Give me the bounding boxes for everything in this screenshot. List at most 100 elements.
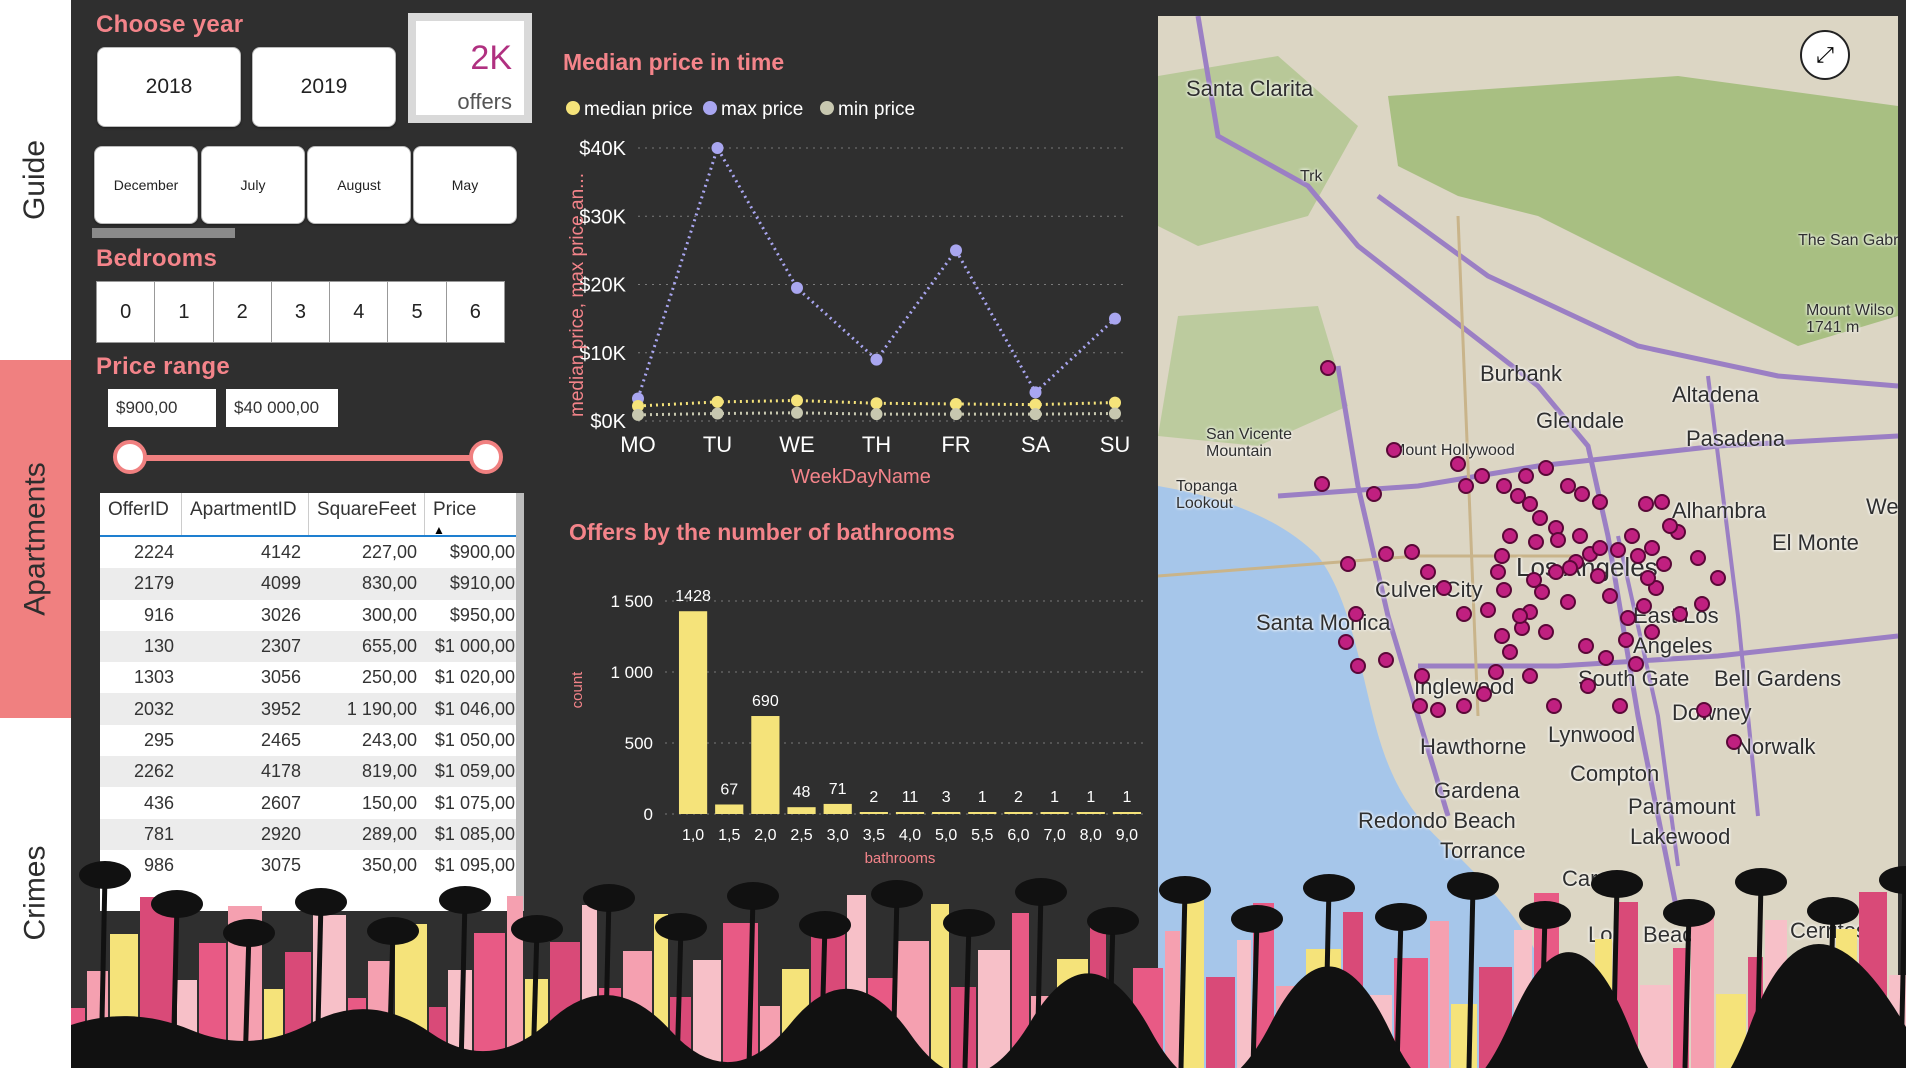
- map-pin[interactable]: [1450, 456, 1466, 472]
- map-pin[interactable]: [1522, 496, 1538, 512]
- tab-guide[interactable]: Guide: [0, 0, 71, 360]
- column-header-price[interactable]: Price ▲: [425, 493, 523, 537]
- data-point[interactable]: [632, 408, 644, 421]
- map-pin[interactable]: [1656, 556, 1672, 572]
- map-pin[interactable]: [1644, 624, 1660, 640]
- data-point[interactable]: [1109, 396, 1121, 409]
- bar[interactable]: [968, 812, 997, 814]
- map-pin[interactable]: [1502, 528, 1518, 544]
- map-pin[interactable]: [1522, 668, 1538, 684]
- map-pin[interactable]: [1494, 548, 1510, 564]
- map-pin[interactable]: [1620, 610, 1636, 626]
- bar[interactable]: [787, 807, 816, 814]
- table-scrollbar[interactable]: [516, 493, 524, 911]
- map-pin[interactable]: [1338, 634, 1354, 650]
- map-pin[interactable]: [1420, 564, 1436, 580]
- map-pin[interactable]: [1512, 608, 1528, 624]
- map-pin[interactable]: [1528, 534, 1544, 550]
- bar[interactable]: [678, 611, 708, 814]
- map-pin[interactable]: [1414, 668, 1430, 684]
- map-pin[interactable]: [1690, 550, 1706, 566]
- map-pin[interactable]: [1574, 486, 1590, 502]
- map-pin[interactable]: [1348, 606, 1364, 622]
- map-pin[interactable]: [1546, 698, 1562, 714]
- tab-apartments[interactable]: Apartments: [0, 360, 71, 718]
- map-pin[interactable]: [1458, 478, 1474, 494]
- year-2018-button[interactable]: 2018: [97, 47, 241, 127]
- bar[interactable]: [895, 812, 925, 814]
- table-row[interactable]: 295 2465 243,00 $1 050,00: [100, 725, 523, 756]
- tab-crimes[interactable]: Crimes: [0, 718, 71, 1068]
- data-point[interactable]: [1029, 408, 1042, 421]
- data-point[interactable]: [950, 397, 962, 410]
- table-row[interactable]: 130 2307 655,00 $1 000,00: [100, 630, 523, 663]
- map-pin[interactable]: [1628, 656, 1644, 672]
- bar[interactable]: [932, 812, 961, 814]
- map-pin[interactable]: [1538, 624, 1554, 640]
- bar[interactable]: [1112, 812, 1142, 814]
- bar[interactable]: [751, 716, 780, 814]
- data-point[interactable]: [1029, 386, 1042, 399]
- map-pin[interactable]: [1496, 478, 1512, 494]
- data-point[interactable]: [870, 408, 883, 421]
- map-pin[interactable]: [1340, 556, 1356, 572]
- map-pin[interactable]: [1602, 588, 1618, 604]
- map-pin[interactable]: [1636, 598, 1652, 614]
- month-august-button[interactable]: August: [307, 146, 411, 224]
- map-pin[interactable]: [1490, 564, 1506, 580]
- price-min-input[interactable]: $900,00: [108, 389, 216, 427]
- table-row[interactable]: 1303 3056 250,00 $1 020,00: [100, 662, 523, 693]
- bar[interactable]: [859, 812, 888, 814]
- month-december-button[interactable]: December: [94, 146, 198, 224]
- price-slider-track[interactable]: [130, 455, 486, 461]
- map-pin[interactable]: [1320, 360, 1336, 376]
- table-row[interactable]: 781 2920 289,00 $1 085,00: [100, 818, 523, 850]
- table-row[interactable]: 2032 3952 1 190,00 $1 046,00: [100, 693, 523, 725]
- column-header-apartmentid[interactable]: ApartmentID: [182, 493, 309, 535]
- map-pin[interactable]: [1696, 702, 1712, 718]
- focus-mode-icon[interactable]: ⤢: [1800, 30, 1850, 80]
- month-july-button[interactable]: July: [201, 146, 305, 224]
- map-pin[interactable]: [1610, 542, 1626, 558]
- map-pin[interactable]: [1494, 628, 1510, 644]
- bar[interactable]: [1076, 812, 1105, 814]
- map-pin[interactable]: [1672, 606, 1688, 622]
- data-point[interactable]: [870, 353, 883, 366]
- map-pin[interactable]: [1550, 532, 1566, 548]
- bar[interactable]: [823, 803, 852, 814]
- column-header-offerid[interactable]: OfferID: [100, 493, 182, 535]
- bedrooms-3-button[interactable]: 3: [272, 282, 331, 342]
- map-pin[interactable]: [1560, 594, 1576, 610]
- table-row[interactable]: 2179 4099 830,00 $910,00: [100, 568, 523, 600]
- map-pin[interactable]: [1386, 442, 1402, 458]
- map-pin[interactable]: [1412, 698, 1428, 714]
- map-pin[interactable]: [1480, 602, 1496, 618]
- table-row[interactable]: 2224 4142 227,00 $900,00: [100, 537, 523, 568]
- column-header-squarefeet[interactable]: SquareFeet: [309, 493, 425, 535]
- map-pin[interactable]: [1350, 658, 1366, 674]
- bedrooms-5-button[interactable]: 5: [388, 282, 447, 342]
- bedrooms-1-button[interactable]: 1: [155, 282, 214, 342]
- map-pin[interactable]: [1366, 486, 1382, 502]
- data-point[interactable]: [870, 397, 883, 410]
- map-pin[interactable]: [1538, 460, 1554, 476]
- map-pin[interactable]: [1578, 638, 1594, 654]
- map-pin[interactable]: [1488, 664, 1504, 680]
- table-row[interactable]: 2262 4178 819,00 $1 059,00: [100, 756, 523, 788]
- table-row[interactable]: 436 2607 150,00 $1 075,00: [100, 787, 523, 818]
- map-pin[interactable]: [1572, 528, 1588, 544]
- data-point[interactable]: [1109, 407, 1121, 420]
- map-pin[interactable]: [1430, 702, 1446, 718]
- map-pin[interactable]: [1624, 528, 1640, 544]
- bedrooms-4-button[interactable]: 4: [330, 282, 389, 342]
- data-point[interactable]: [791, 281, 803, 294]
- bar[interactable]: [1004, 812, 1033, 814]
- year-2019-button[interactable]: 2019: [252, 47, 396, 127]
- map-pin[interactable]: [1526, 572, 1542, 588]
- map-pin[interactable]: [1496, 582, 1512, 598]
- bedrooms-2-button[interactable]: 2: [214, 282, 272, 342]
- map-pin[interactable]: [1654, 494, 1670, 510]
- bedrooms-0-button[interactable]: 0: [97, 282, 156, 342]
- map-pin[interactable]: [1726, 734, 1742, 750]
- price-slider-min-handle[interactable]: [113, 440, 147, 474]
